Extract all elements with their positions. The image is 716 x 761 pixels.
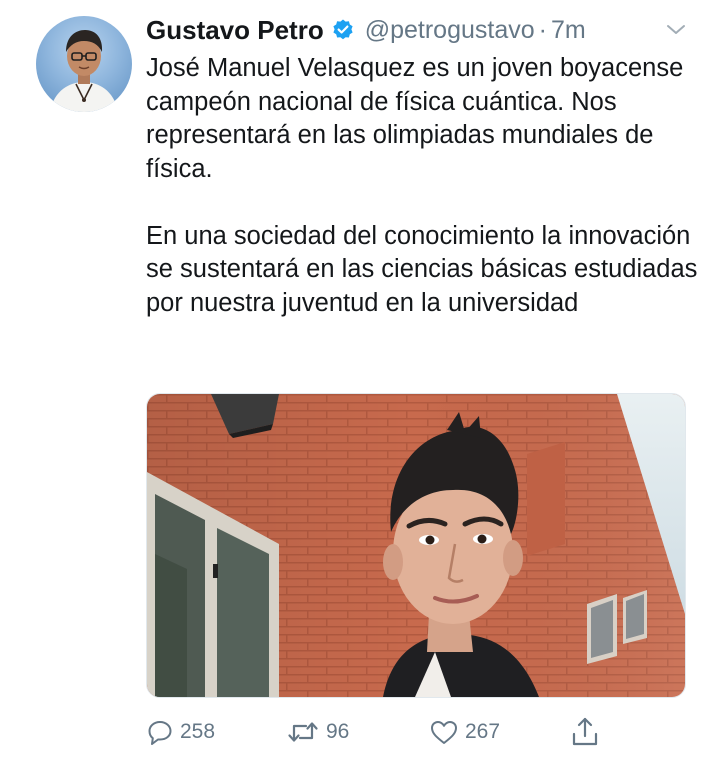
tweet-header: Gustavo Petro @petrogustavo · 7m xyxy=(146,12,586,48)
tweet-photo[interactable] xyxy=(146,393,686,698)
tweet-text: José Manuel Velasquez es un joven boyace… xyxy=(146,52,701,320)
tweet-timestamp[interactable]: 7m xyxy=(551,16,586,45)
tweet-paragraph: José Manuel Velasquez es un joven boyace… xyxy=(146,54,684,183)
retweet-icon xyxy=(288,722,318,742)
like-button[interactable]: 267 xyxy=(429,712,500,752)
reply-bubble-icon xyxy=(148,721,172,745)
reply-count: 258 xyxy=(180,720,216,743)
verified-badge-icon xyxy=(331,18,355,42)
author-handle[interactable]: @petrogustavo xyxy=(365,16,535,45)
author-name[interactable]: Gustavo Petro xyxy=(146,15,324,46)
like-count: 267 xyxy=(465,720,501,743)
tweet[interactable]: Gustavo Petro @petrogustavo · 7m José Ma… xyxy=(0,0,716,761)
header-separator: · xyxy=(538,15,547,44)
tweet-actions: 258 96 267 xyxy=(146,712,686,752)
share-upload-icon xyxy=(572,717,598,746)
share-button[interactable] xyxy=(571,712,599,752)
chevron-down-icon[interactable] xyxy=(664,22,688,38)
heart-icon xyxy=(431,721,457,744)
retweet-button[interactable]: 96 xyxy=(286,712,349,752)
reply-button[interactable]: 258 xyxy=(146,712,215,752)
tweet-paragraph: En una sociedad del conocimiento la inno… xyxy=(146,221,698,317)
retweet-count: 96 xyxy=(326,720,350,743)
avatar[interactable] xyxy=(36,16,132,112)
